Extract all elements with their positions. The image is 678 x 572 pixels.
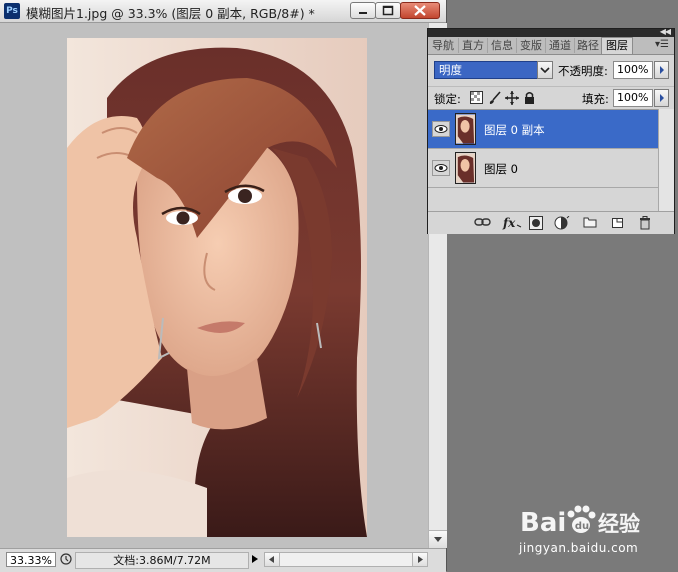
lock-move-icon[interactable] (505, 91, 519, 105)
document-size-info[interactable]: 文档:3.86M/7.72M (75, 552, 249, 569)
portrait-photo[interactable] (67, 38, 367, 537)
maximize-icon (382, 5, 394, 16)
layers-list: 图层 0 副本 图层 0 (428, 109, 658, 212)
minimize-button[interactable] (350, 2, 376, 19)
svg-text:du: du (575, 521, 589, 532)
svg-text:经验: 经验 (598, 512, 640, 536)
navigator-icon[interactable] (60, 553, 72, 565)
canvas-area[interactable] (0, 23, 428, 548)
status-bar: 33.33% 文档:3.86M/7.72M (0, 548, 446, 572)
opacity-label: 不透明度: (558, 64, 608, 78)
maximize-button[interactable] (375, 2, 401, 19)
group-folder-icon[interactable] (583, 216, 597, 228)
layer-row[interactable]: 图层 0 副本 (428, 110, 658, 149)
layer-thumbnail[interactable] (455, 113, 476, 145)
tab-info[interactable]: 信息 (488, 38, 517, 53)
opacity-field[interactable]: 100% (613, 61, 653, 79)
layer-thumbnail[interactable] (455, 152, 476, 184)
close-button[interactable] (400, 2, 440, 19)
fx-icon[interactable]: fx (502, 216, 522, 230)
horizontal-scrollbar[interactable] (264, 552, 428, 567)
status-menu-arrow-icon[interactable] (250, 554, 260, 564)
layer-name[interactable]: 图层 0 (484, 161, 518, 177)
lock-row: 锁定: 填充: 100% (428, 86, 674, 109)
chevron-right-icon (660, 94, 664, 102)
eye-icon[interactable] (432, 121, 450, 137)
panel-bottom-toolbar: fx (428, 211, 674, 234)
baidu-jingyan-watermark: Bai du 经验 (520, 505, 640, 538)
svg-text:fx: fx (502, 216, 516, 230)
watermark-url: jingyan.baidu.com (519, 541, 639, 555)
trash-icon[interactable] (638, 216, 652, 230)
layer-row[interactable]: 图层 0 (428, 149, 658, 188)
adjustment-icon[interactable] (554, 216, 570, 230)
blend-mode-select[interactable]: 明度 (434, 61, 553, 79)
fill-field[interactable]: 100% (613, 89, 653, 107)
opacity-slider-button[interactable] (654, 61, 669, 79)
lock-label: 锁定: (434, 92, 461, 106)
lock-transparent-icon[interactable] (470, 91, 483, 104)
svg-text:Bai: Bai (520, 508, 566, 538)
document-window: Ps 模糊图片1.jpg @ 33.3% (图层 0 副本, RGB/8#) * (0, 0, 447, 572)
chevron-right-icon (660, 66, 664, 74)
scroll-down-arrow[interactable] (429, 530, 447, 548)
panel-tab-bar: 导航 直方 信息 变版 通道 路径 图层 ▾☰ (428, 37, 674, 55)
tab-channels[interactable]: 通道 (546, 38, 575, 53)
zoom-level-field[interactable]: 33.33% (6, 552, 56, 567)
panel-collapse-icon[interactable]: ◀◀ (660, 28, 671, 36)
blend-mode-dropdown-arrow[interactable] (537, 61, 553, 79)
layers-list-scrollbar[interactable] (658, 109, 674, 211)
scroll-left-arrow[interactable] (265, 553, 280, 566)
photoshop-logo: Ps (4, 3, 20, 19)
document-title-bar[interactable]: Ps 模糊图片1.jpg @ 33.3% (图层 0 副本, RGB/8#) * (0, 0, 446, 23)
panel-menu-icon[interactable]: ▾☰ (655, 39, 669, 50)
close-icon (414, 5, 426, 16)
eye-icon[interactable] (432, 160, 450, 176)
tab-variations[interactable]: 变版 (517, 38, 546, 53)
minimize-icon (359, 12, 367, 14)
tab-histogram[interactable]: 直方 (459, 38, 488, 53)
link-icon[interactable] (474, 216, 492, 228)
scroll-right-arrow[interactable] (412, 553, 427, 566)
document-title: 模糊图片1.jpg @ 33.3% (图层 0 副本, RGB/8#) * (26, 6, 315, 21)
mask-icon[interactable] (529, 216, 543, 230)
tab-paths[interactable]: 路径 (575, 38, 602, 53)
fill-label: 填充: (582, 92, 609, 106)
chevron-down-icon (540, 67, 550, 74)
panel-header-bar[interactable]: ◀◀ (428, 28, 674, 37)
new-layer-icon[interactable] (611, 216, 625, 229)
layers-panel: ◀◀ 导航 直方 信息 变版 通道 路径 图层 ▾☰ 明度 不透明度: 100%… (427, 28, 675, 234)
lock-brush-icon[interactable] (488, 91, 502, 105)
tab-navigator[interactable]: 导航 (428, 38, 459, 53)
lock-all-icon[interactable] (524, 91, 535, 104)
tab-layers[interactable]: 图层 (601, 37, 633, 54)
layer-name[interactable]: 图层 0 副本 (484, 122, 545, 138)
fill-slider-button[interactable] (654, 89, 669, 107)
